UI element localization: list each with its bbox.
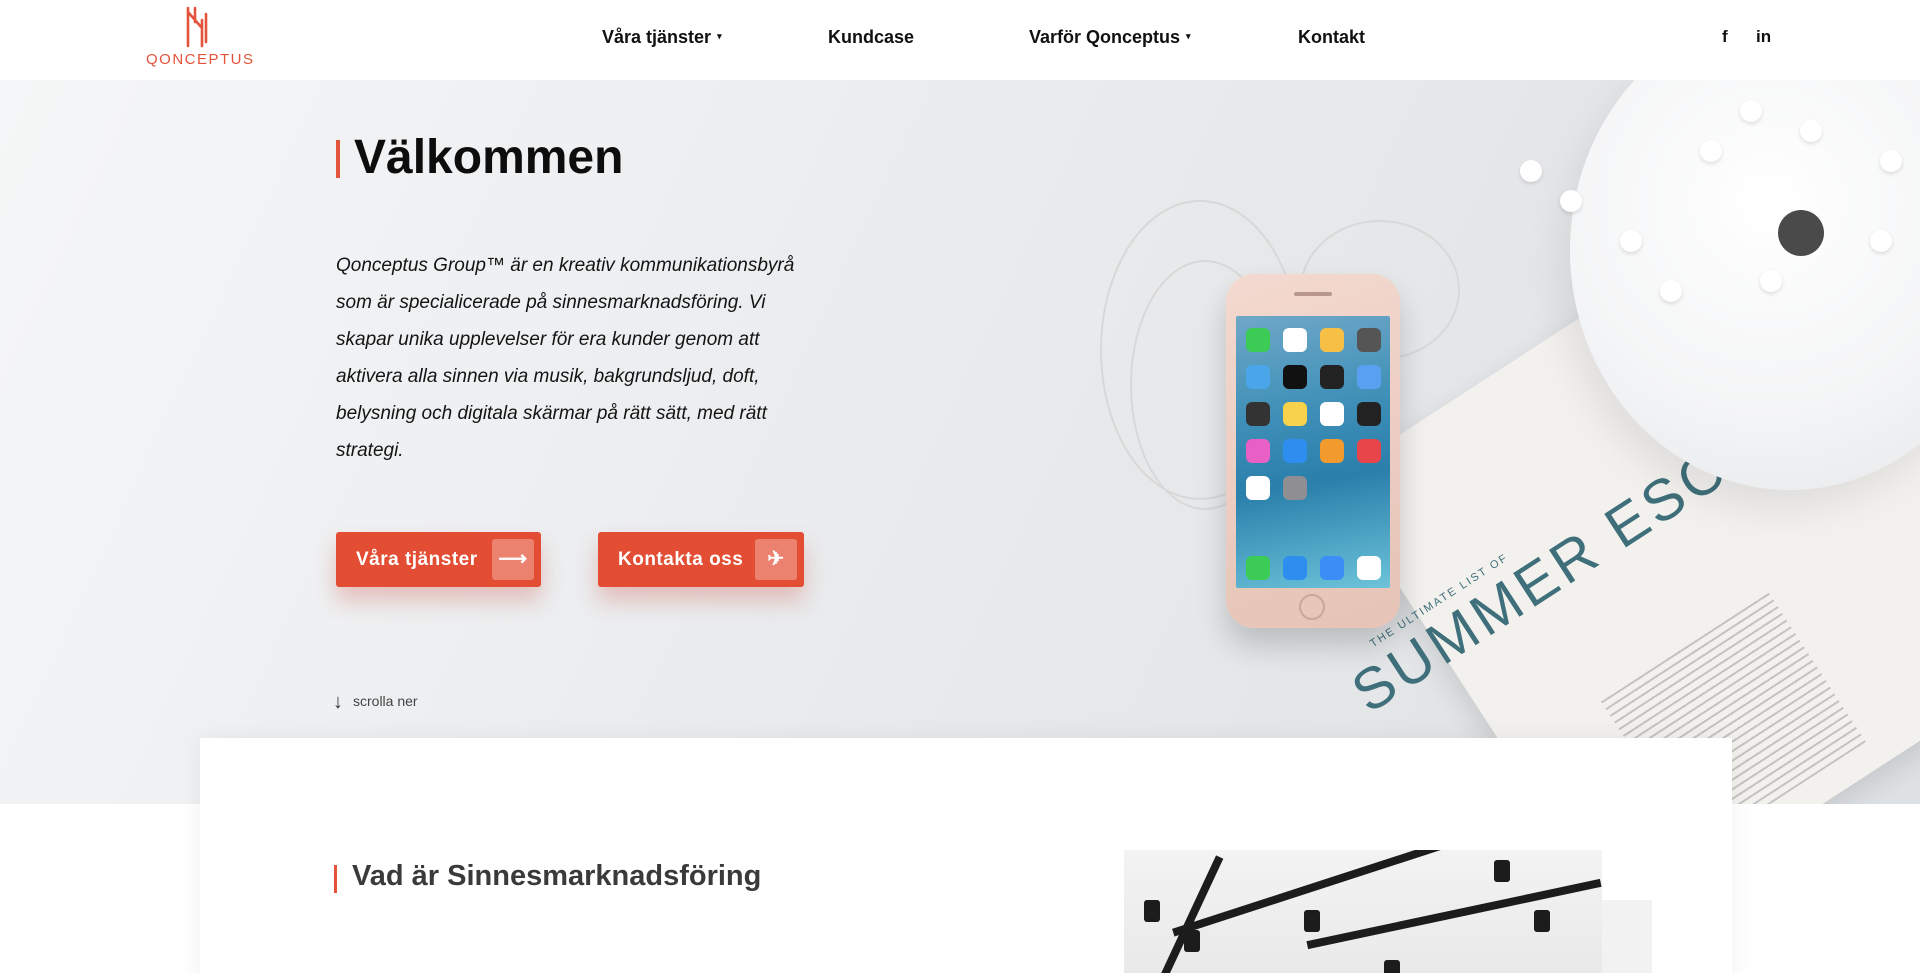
app-icon [1357,402,1381,426]
ceiling-track [1172,850,1536,937]
app-icon [1357,439,1381,463]
app-icon [1246,365,1270,389]
phone-home-button [1299,594,1325,620]
app-icon [1357,328,1381,352]
phone-speaker [1294,292,1332,296]
nav-item-kundcase[interactable]: Kundcase [828,27,914,48]
app-icon [1320,328,1344,352]
phone-screen [1236,316,1390,588]
kontakta-oss-button[interactable]: Kontakta oss ✈ [598,532,804,587]
app-icon [1246,328,1270,352]
logo[interactable]: QONCEPTUS [144,4,254,70]
gallery-side-panel [1602,900,1652,973]
spotlight [1534,910,1550,932]
arrow-right-icon: ⟶ [492,539,534,580]
nav-item-vara-tjanster[interactable]: Våra tjänster ▾ [602,27,722,48]
app-icon [1246,402,1270,426]
arrow-down-icon[interactable]: ↓ [333,691,343,714]
ceiling-track [1152,855,1224,973]
caret-down-icon: ▾ [1186,30,1191,41]
paper-plane-icon: ✈ [755,539,797,580]
spotlight [1304,910,1320,932]
nav-item-label: Varför Qonceptus [1029,27,1181,47]
app-icon [1246,439,1270,463]
section-accent-bar [334,865,337,893]
spotlight [1384,960,1400,973]
nav-item-label: Kundcase [828,27,915,47]
title-accent-bar [336,140,340,178]
app-icon [1246,476,1270,500]
button-label: Våra tjänster [356,549,478,570]
scroll-down-link[interactable]: scrolla ner [353,693,418,709]
nav-item-kontakt[interactable]: Kontakt [1298,27,1365,48]
flower-decoration [1800,120,1822,142]
spotlight [1184,930,1200,952]
app-icon [1283,402,1307,426]
app-icon [1357,556,1381,580]
logo-text: QONCEPTUS [146,51,255,68]
site-header: QONCEPTUS Våra tjänster ▾ Kundcase Varför… [0,0,1920,80]
spotlight [1144,900,1160,922]
flower-decoration [1520,160,1542,182]
app-icon [1283,328,1307,352]
caret-down-icon: ▾ [717,30,722,41]
facebook-icon[interactable]: f [1722,27,1728,47]
flower-decoration [1760,270,1782,292]
flower-decoration [1660,280,1682,302]
hero-section: THE ULTIMATE LIST OF SUMMER ESCAPES Välk… [0,80,1920,804]
linkedin-icon[interactable]: in [1756,27,1771,47]
flower-decoration [1870,230,1892,252]
flower-decoration [1620,230,1642,252]
hero-title: Välkommen [354,131,624,184]
spotlight [1494,860,1510,882]
vase-opening [1778,210,1824,256]
app-icon [1283,365,1307,389]
nav-item-varfor-qonceptus[interactable]: Varför Qonceptus ▾ [1029,27,1191,48]
app-icon [1320,439,1344,463]
app-icon [1283,439,1307,463]
app-icon [1283,556,1307,580]
app-icon [1357,365,1381,389]
flower-decoration [1560,190,1582,212]
gallery-photo [1124,850,1602,973]
vara-tjanster-button[interactable]: Våra tjänster ⟶ [336,532,541,587]
flower-decoration [1880,150,1902,172]
flower-decoration [1740,100,1762,122]
app-icon [1246,556,1270,580]
nav-item-label: Våra tjänster [602,27,712,47]
app-icon [1320,365,1344,389]
app-icon [1320,402,1344,426]
hero-description: Qonceptus Group™ är en kreativ kommunika… [336,255,795,461]
section-title: Vad är Sinnesmarknadsföring [352,860,762,892]
nav-item-label: Kontakt [1298,27,1365,47]
logo-mark-icon [186,6,208,48]
ceiling-track [1306,878,1602,950]
flower-decoration [1700,140,1722,162]
app-icon [1320,556,1344,580]
app-icon [1283,476,1307,500]
button-label: Kontakta oss [618,549,744,570]
